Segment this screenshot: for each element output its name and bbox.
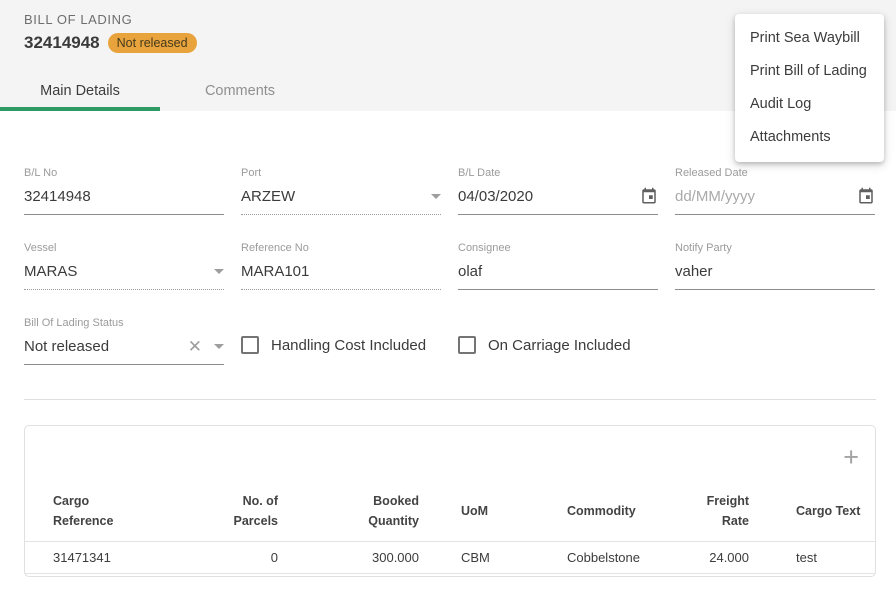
- col-booked-quantity: Booked Quantity: [278, 481, 419, 541]
- vessel-value: MARAS: [24, 263, 77, 280]
- tab-main-details[interactable]: Main Details: [0, 71, 160, 111]
- col-uom: UoM: [419, 481, 553, 541]
- cell-freight-rate: 24.000: [665, 541, 749, 573]
- add-cargo-line-button[interactable]: +: [843, 426, 875, 471]
- vessel-select[interactable]: MARAS: [24, 260, 224, 290]
- notify-party-input[interactable]: [675, 263, 875, 280]
- col-commodity: Commodity: [553, 481, 665, 541]
- menu-item-print-bill-of-lading[interactable]: Print Bill of Lading: [735, 55, 884, 88]
- bl-no-field: B/L No: [24, 167, 224, 215]
- on-carriage-checkbox[interactable]: On Carriage Included: [458, 325, 658, 365]
- chevron-down-icon: [214, 344, 224, 349]
- main-details-form: B/L No Port ARZEW B/L Date Released Date: [24, 167, 896, 365]
- cell-no-of-parcels: 0: [205, 541, 278, 573]
- cargo-table-row[interactable]: 31471341 0 300.000 CBM Cobbelstone 24.00…: [25, 541, 875, 573]
- released-date-input[interactable]: [675, 188, 857, 205]
- chevron-down-icon: [214, 269, 224, 274]
- page-title: BILL OF LADING: [24, 12, 132, 27]
- document-line: 32414948 Not released: [24, 33, 197, 53]
- menu-item-attachments[interactable]: Attachments: [735, 121, 884, 154]
- bl-no-input[interactable]: [24, 188, 224, 205]
- bl-date-field: B/L Date: [458, 167, 658, 215]
- consignee-input[interactable]: [458, 263, 658, 280]
- vessel-field: Vessel MARAS: [24, 242, 224, 290]
- handling-cost-checkbox[interactable]: Handling Cost Included: [241, 325, 441, 365]
- col-cargo-reference: Cargo Reference: [25, 481, 205, 541]
- col-cargo-text: Cargo Text: [749, 481, 875, 541]
- bl-no-label: B/L No: [24, 167, 224, 180]
- cell-cargo-text: test: [749, 541, 875, 573]
- clear-icon[interactable]: ✕: [188, 338, 202, 355]
- calendar-icon[interactable]: [857, 187, 875, 205]
- reference-no-field: Reference No: [241, 242, 441, 290]
- bl-status-label: Bill Of Lading Status: [24, 317, 224, 330]
- section-divider: [24, 399, 876, 400]
- bl-date-input[interactable]: [458, 188, 640, 205]
- status-badge: Not released: [108, 33, 197, 53]
- tab-bar: Main Details Comments: [0, 71, 320, 111]
- port-select[interactable]: ARZEW: [241, 185, 441, 215]
- cargo-table-header-row: Cargo Reference No. of Parcels Booked Qu…: [25, 481, 875, 541]
- consignee-label: Consignee: [458, 242, 658, 255]
- cargo-lines-card: + Cargo Reference No. of Parcels Booked …: [24, 425, 876, 577]
- empty-cell: [675, 317, 875, 365]
- reference-no-label: Reference No: [241, 242, 441, 255]
- cargo-table: Cargo Reference No. of Parcels Booked Qu…: [25, 481, 875, 574]
- port-field: Port ARZEW: [241, 167, 441, 215]
- vessel-label: Vessel: [24, 242, 224, 255]
- actions-dropdown-menu: Print Sea Waybill Print Bill of Lading A…: [735, 14, 884, 162]
- notify-party-label: Notify Party: [675, 242, 875, 255]
- tab-comments[interactable]: Comments: [160, 71, 320, 111]
- cell-commodity: Cobbelstone: [553, 541, 665, 573]
- bl-status-select[interactable]: Not released ✕: [24, 335, 224, 365]
- port-label: Port: [241, 167, 441, 180]
- reference-no-input[interactable]: [241, 263, 441, 280]
- cargo-card-toolbar: +: [25, 426, 875, 481]
- menu-item-audit-log[interactable]: Audit Log: [735, 88, 884, 121]
- document-number: 32414948: [24, 33, 100, 53]
- released-date-field: Released Date: [675, 167, 875, 215]
- col-freight-rate: Freight Rate: [665, 481, 749, 541]
- calendar-icon[interactable]: [640, 187, 658, 205]
- checkbox-label: Handling Cost Included: [271, 337, 426, 354]
- checkbox-label: On Carriage Included: [488, 337, 631, 354]
- col-no-of-parcels: No. of Parcels: [205, 481, 278, 541]
- consignee-field: Consignee: [458, 242, 658, 290]
- cell-cargo-reference: 31471341: [25, 541, 205, 573]
- menu-item-print-sea-waybill[interactable]: Print Sea Waybill: [735, 22, 884, 55]
- bl-date-label: B/L Date: [458, 167, 658, 180]
- released-date-label: Released Date: [675, 167, 875, 180]
- port-value: ARZEW: [241, 188, 295, 205]
- chevron-down-icon: [431, 194, 441, 199]
- checkbox-box: [458, 336, 476, 354]
- checkbox-box: [241, 336, 259, 354]
- bl-status-value: Not released: [24, 338, 109, 355]
- bl-status-field: Bill Of Lading Status Not released ✕: [24, 317, 224, 365]
- cell-booked-quantity: 300.000: [278, 541, 419, 573]
- cell-uom: CBM: [419, 541, 553, 573]
- notify-party-field: Notify Party: [675, 242, 875, 290]
